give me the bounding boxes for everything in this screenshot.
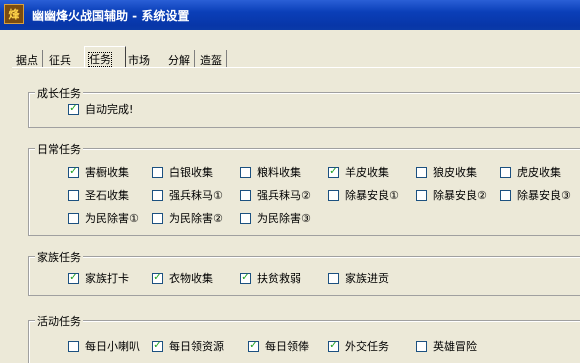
checkbox-label: 粮料收集	[257, 166, 301, 179]
tab-label: 征兵	[49, 54, 71, 67]
tab-conscription[interactable]: 征兵	[45, 50, 75, 68]
daily-quests-title: 日常任务	[35, 141, 83, 157]
checkbox-label: 害橱收集	[85, 166, 129, 179]
activity-item-checkbox[interactable]: 英雄冒险	[416, 339, 477, 353]
checkbox-box	[240, 189, 251, 201]
checkbox-box	[328, 189, 339, 201]
daily-item-checkbox[interactable]: ✓ 羊皮收集	[328, 165, 389, 179]
checkbox-label: 家族进贡	[345, 272, 389, 285]
checkbox-label: 扶贫救弱	[257, 272, 301, 285]
family-quests-title: 家族任务	[35, 249, 83, 265]
checkbox-box: ✓	[328, 166, 339, 178]
checkbox-label: 自动完成!	[85, 103, 134, 116]
daily-item-checkbox[interactable]: ✓ 害橱收集	[68, 165, 129, 179]
checkbox-label: 家族打卡	[85, 272, 129, 285]
tab-label: 造盔	[200, 54, 222, 67]
checkbox-label: 除暴安良①	[345, 189, 399, 202]
checkbox-label: 每日领俸	[265, 340, 309, 353]
checkbox-box: ✓	[152, 340, 163, 352]
daily-item-checkbox[interactable]: 虎皮收集	[500, 165, 561, 179]
checkbox-box	[68, 189, 79, 201]
daily-item-checkbox[interactable]: 粮料收集	[240, 165, 301, 179]
checkbox-label: 每日领资源	[169, 340, 224, 353]
checkbox-box	[240, 166, 251, 178]
daily-item-checkbox[interactable]: 强兵秣马①	[152, 188, 223, 202]
checkbox-box	[416, 340, 427, 352]
checkbox-box	[416, 166, 427, 178]
checkbox-label: 强兵秣马②	[257, 189, 311, 202]
family-item-checkbox[interactable]: ✓ 家族打卡	[68, 271, 129, 285]
checkbox-box: ✓	[68, 166, 79, 178]
daily-item-checkbox[interactable]: 除暴安良②	[416, 188, 487, 202]
checkbox-box: ✓	[152, 272, 163, 284]
activity-item-checkbox[interactable]: ✓ 每日领资源	[152, 339, 224, 353]
checkbox-label: 强兵秣马①	[169, 189, 223, 202]
checkbox-label: 为民除害①	[85, 212, 139, 225]
checkbox-box	[240, 212, 251, 224]
checkbox-label: 圣石收集	[85, 189, 129, 202]
checkbox-box	[152, 166, 163, 178]
checkbox-box	[152, 189, 163, 201]
tab-label: 据点	[16, 54, 38, 67]
checkbox-box	[500, 166, 511, 178]
checkbox-box	[152, 212, 163, 224]
daily-item-checkbox[interactable]: 为民除害②	[152, 211, 223, 225]
activity-item-checkbox[interactable]: 每日小喇叭	[68, 339, 140, 353]
tab-baseline	[12, 67, 580, 68]
family-item-checkbox[interactable]: 家族进贡	[328, 271, 389, 285]
checkbox-box	[68, 212, 79, 224]
checkbox-label: 白银收集	[169, 166, 213, 179]
title-bar[interactable]: 烽 幽幽烽火战国辅助 - 系统设置	[0, 0, 580, 30]
checkbox-label: 每日小喇叭	[85, 340, 140, 353]
checkbox-box: ✓	[248, 340, 259, 352]
checkbox-label: 为民除害②	[169, 212, 223, 225]
activity-item-checkbox[interactable]: ✓ 每日领俸	[248, 339, 309, 353]
family-item-checkbox[interactable]: ✓ 衣物收集	[152, 271, 213, 285]
daily-item-checkbox[interactable]: 除暴安良③	[500, 188, 571, 202]
checkbox-box: ✓	[240, 272, 251, 284]
daily-item-checkbox[interactable]: 为民除害①	[68, 211, 139, 225]
activity-item-checkbox[interactable]: ✓ 外交任务	[328, 339, 389, 353]
checkbox-box: ✓	[68, 103, 79, 115]
tab-label: 任务	[88, 52, 112, 67]
checkbox-label: 为民除害③	[257, 212, 311, 225]
checkbox-label: 外交任务	[345, 340, 389, 353]
checkbox-box: ✓	[328, 340, 339, 352]
growth-quests-title: 成长任务	[35, 85, 83, 101]
auto-complete-checkbox[interactable]: ✓ 自动完成!	[68, 102, 133, 116]
checkbox-box	[68, 340, 79, 352]
checkbox-box	[416, 189, 427, 201]
checkbox-label: 狼皮收集	[433, 166, 477, 179]
tab-label: 市场	[128, 54, 150, 67]
tab-market[interactable]: 市场	[124, 50, 154, 68]
daily-item-checkbox[interactable]: 强兵秣马②	[240, 188, 311, 202]
tab-label: 分解	[168, 54, 190, 67]
daily-item-checkbox[interactable]: 为民除害③	[240, 211, 311, 225]
window-title: 幽幽烽火战国辅助 - 系统设置	[32, 9, 190, 23]
daily-item-checkbox[interactable]: 白银收集	[152, 165, 213, 179]
family-item-checkbox[interactable]: ✓ 扶贫救弱	[240, 271, 301, 285]
app-icon: 烽	[4, 4, 24, 24]
checkbox-label: 羊皮收集	[345, 166, 389, 179]
checkbox-box	[500, 189, 511, 201]
checkbox-box	[328, 272, 339, 284]
tab-decompose[interactable]: 分解	[164, 50, 195, 68]
checkbox-label: 英雄冒险	[433, 340, 477, 353]
tab-helmet-forge[interactable]: 造盔	[196, 50, 227, 68]
tab-strip: 据点 征兵 任务 市场 分解 造盔	[12, 46, 572, 68]
checkbox-label: 虎皮收集	[517, 166, 561, 179]
activity-quests-title: 活动任务	[35, 313, 83, 329]
tab-quests[interactable]: 任务	[84, 46, 126, 68]
tab-stronghold[interactable]: 据点	[12, 50, 43, 68]
checkbox-label: 除暴安良③	[517, 189, 571, 202]
checkbox-box: ✓	[68, 272, 79, 284]
checkbox-label: 衣物收集	[169, 272, 213, 285]
daily-item-checkbox[interactable]: 圣石收集	[68, 188, 129, 202]
checkbox-label: 除暴安良②	[433, 189, 487, 202]
daily-item-checkbox[interactable]: 除暴安良①	[328, 188, 399, 202]
daily-item-checkbox[interactable]: 狼皮收集	[416, 165, 477, 179]
